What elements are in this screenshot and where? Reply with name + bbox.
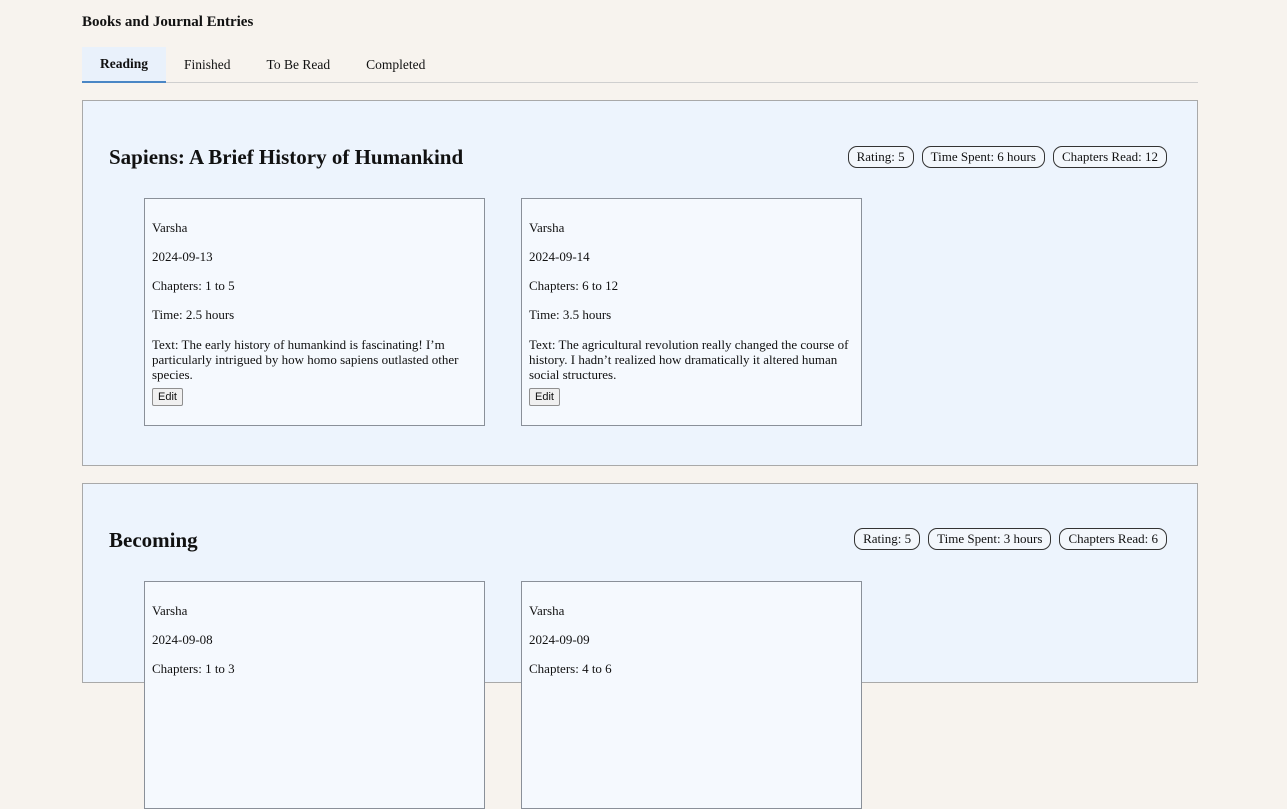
book-title: Becoming (109, 528, 198, 552)
entry-chapters: Chapters: 1 to 3 (152, 661, 235, 676)
journal-entry: Varsha 2024-09-13 Chapters: 1 to 5 Time:… (144, 198, 485, 426)
book-title: Sapiens: A Brief History of Humankind (109, 145, 464, 169)
journal-entry: Varsha 2024-09-09 Chapters: 4 to 6 (521, 581, 862, 809)
tab-reading[interactable]: Reading (82, 47, 167, 83)
entry-author: Varsha (152, 603, 188, 618)
entry-chapters: Chapters: 6 to 12 (529, 278, 619, 293)
entry-date: 2024-09-08 (152, 632, 213, 647)
edit-button[interactable]: Edit (529, 388, 560, 406)
entry-date: 2024-09-13 (152, 249, 213, 264)
journal-entry: Varsha 2024-09-14 Chapters: 6 to 12 Time… (521, 198, 862, 426)
entry-time: Time: 3.5 hours (529, 307, 612, 322)
page-title: Books and Journal Entries (82, 14, 254, 30)
book-card: Sapiens: A Brief History of Humankind Ra… (82, 100, 1198, 466)
entry-date: 2024-09-09 (529, 632, 590, 647)
entry-date: 2024-09-14 (529, 249, 590, 264)
tab-completed[interactable]: Completed (348, 47, 443, 83)
entry-author: Varsha (529, 603, 565, 618)
tab-to-be-read[interactable]: To Be Read (249, 47, 349, 83)
time-spent-badge: Time Spent: 6 hours (921, 146, 1045, 168)
entry-text: Text: The agricultural revolution really… (529, 337, 849, 382)
tab-bar: Reading Finished To Be Read Completed (82, 47, 1198, 83)
book-stats: Rating: 5 Time Spent: 6 hours Chapters R… (847, 146, 1167, 168)
rating-badge: Rating: 5 (854, 528, 921, 550)
book-stats: Rating: 5 Time Spent: 3 hours Chapters R… (854, 528, 1167, 550)
journal-entry: Varsha 2024-09-08 Chapters: 1 to 3 (144, 581, 485, 809)
entry-chapters: Chapters: 1 to 5 (152, 278, 235, 293)
chapters-read-badge: Chapters Read: 6 (1059, 528, 1167, 550)
tab-finished[interactable]: Finished (166, 47, 249, 83)
entry-time: Time: 2.5 hours (152, 307, 235, 322)
chapters-read-badge: Chapters Read: 12 (1052, 146, 1167, 168)
entry-text: Text: The early history of humankind is … (152, 337, 459, 382)
rating-badge: Rating: 5 (847, 146, 914, 168)
entry-author: Varsha (152, 220, 188, 235)
edit-button[interactable]: Edit (152, 388, 183, 406)
entry-chapters: Chapters: 4 to 6 (529, 661, 612, 676)
entry-author: Varsha (529, 220, 565, 235)
time-spent-badge: Time Spent: 3 hours (928, 528, 1052, 550)
book-card: Becoming Rating: 5 Time Spent: 3 hours C… (82, 483, 1198, 809)
